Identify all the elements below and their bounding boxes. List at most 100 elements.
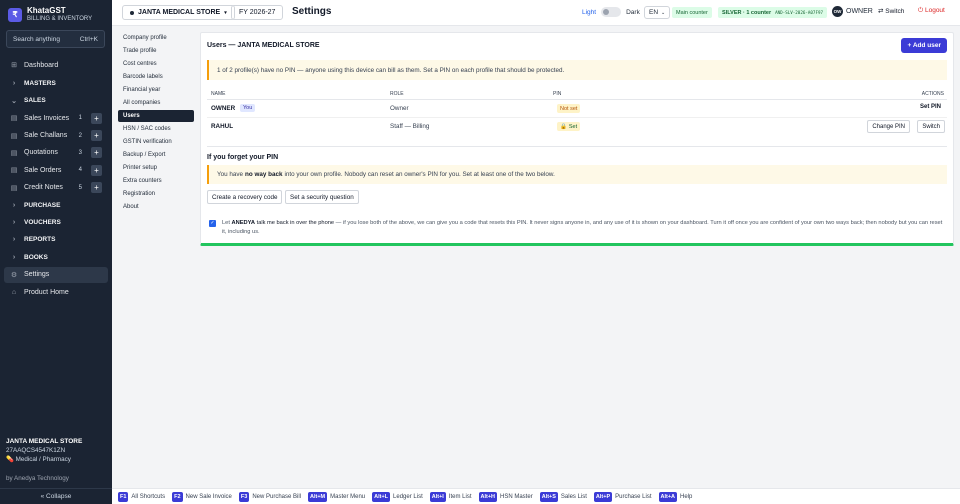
sidebar-item-dashboard[interactable]: ⊞ Dashboard <box>0 57 112 73</box>
logout-button[interactable]: ⏻ Logout <box>918 7 945 15</box>
chevron-down-icon: ▾ <box>224 9 227 16</box>
shortcut-label: Ledger List <box>393 493 423 500</box>
add-icon[interactable]: + <box>91 130 102 142</box>
settings-nav-users[interactable]: Users <box>118 110 194 122</box>
shortcut-label: Purchase List <box>615 493 652 500</box>
sidebar-item-label: Dashboard <box>24 61 59 69</box>
shortcut-item[interactable]: Alt+A Help <box>658 491 693 502</box>
settings-nav-financial-year[interactable]: Financial year <box>118 84 194 96</box>
shortcut-item[interactable]: Alt+I Item List <box>429 491 472 502</box>
counter-badge: Main counter <box>672 7 712 18</box>
item-count: 5 <box>78 184 82 191</box>
store-gstin: 27AAQCS4547K1ZN <box>6 447 66 454</box>
language-selector[interactable]: EN ⌄ <box>644 6 671 19</box>
shortcut-item[interactable]: Alt+M Master Menu <box>308 491 366 502</box>
add-icon[interactable]: + <box>91 147 102 159</box>
sidebar-item-vouchers[interactable]: › VOUCHERS <box>0 215 112 231</box>
gear-icon: ⚙ <box>10 271 18 279</box>
sidebar-item-settings[interactable]: ⚙ Settings <box>4 266 108 283</box>
sidebar-item-books[interactable]: › BOOKS <box>0 249 112 265</box>
user-menu[interactable]: OW OWNER <box>832 6 873 17</box>
sidebar-item-sales[interactable]: ⌄ SALES <box>0 93 112 109</box>
sidebar-item-credit-notes[interactable]: ▤ Credit Notes 5 + <box>0 180 112 196</box>
users-table-header: NAME ROLE PIN ACTIONS <box>207 90 947 100</box>
consent-pre: Let <box>222 220 230 226</box>
sidebar-item-label: PURCHASE <box>24 201 61 209</box>
challan-icon: ▤ <box>10 132 18 140</box>
settings-nav-registration[interactable]: Registration <box>118 188 194 200</box>
shortcut-item[interactable]: Alt+S Sales List <box>539 491 587 502</box>
set-pin-button[interactable]: Set PIN <box>920 104 941 110</box>
phone-reset-checkbox[interactable]: ✓ <box>209 220 216 227</box>
search-placeholder: Search anything <box>13 35 60 43</box>
settings-nav-barcode-labels[interactable]: Barcode labels <box>118 71 194 83</box>
brand[interactable]: ₹ KhataGST BILLING & INVENTORY <box>8 6 92 23</box>
sidebar-item-purchase[interactable]: › PURCHASE <box>0 197 112 213</box>
shortcut-key: Alt+H <box>478 491 498 502</box>
theme-toggle[interactable] <box>601 7 622 17</box>
store-dot-icon <box>130 10 134 15</box>
sidebar-item-label: Settings <box>24 271 50 279</box>
lock-icon: 🔒 <box>560 123 567 130</box>
shortcut-item[interactable]: Alt+H HSN Master <box>478 491 533 502</box>
shortcut-item[interactable]: F1 All Shortcuts <box>118 491 165 502</box>
sidebar-item-sale-orders[interactable]: ▤ Sale Orders 4 + <box>0 162 112 178</box>
settings-nav-gstin-verification[interactable]: GSTIN verification <box>118 136 194 148</box>
sidebar-item-masters[interactable]: › MASTERS <box>0 75 112 91</box>
theme-light-label: Light <box>582 8 597 16</box>
store-category: 💊 Medical / Pharmacy <box>6 455 106 464</box>
create-recovery-code-button[interactable]: Create a recovery code <box>207 190 283 204</box>
table-row: OWNER You Owner Not set Set PIN <box>207 100 947 118</box>
shortcut-label: Master Menu <box>330 493 366 500</box>
shortcut-item[interactable]: Alt+P Purchase List <box>593 491 652 502</box>
sidebar-item-quotations[interactable]: ▤ Quotations 3 + <box>0 145 112 161</box>
settings-nav-printer-setup[interactable]: Printer setup <box>118 162 194 174</box>
sidebar-item-product-home[interactable]: ⌂ Product Home <box>0 284 112 300</box>
theme-switch[interactable]: Light Dark <box>582 7 640 17</box>
collapse-button[interactable]: « Collapse <box>0 488 112 504</box>
item-count: 2 <box>78 132 82 139</box>
shortcut-item[interactable]: F3 New Purchase Bill <box>238 491 301 502</box>
settings-nav-trade-profile[interactable]: Trade profile <box>118 45 194 57</box>
brand-subtitle: BILLING & INVENTORY <box>27 16 93 22</box>
sidebar-item-sale-challans[interactable]: ▤ Sale Challans 2 + <box>0 128 112 144</box>
license-badge: SILVER · 1 counter AND-SLV-2026-A07F97 <box>718 7 828 18</box>
col-pin: PIN <box>553 91 562 97</box>
table-row: RAHUL Staff — Billing 🔒 Set Change PIN Sw… <box>207 118 947 138</box>
settings-nav-backup-export[interactable]: Backup / Export <box>118 149 194 161</box>
add-icon[interactable]: + <box>91 182 102 194</box>
fy-selector[interactable]: FY 2026-27 <box>231 5 284 20</box>
set-security-question-button[interactable]: Set a security question <box>285 190 359 204</box>
switch-user-button[interactable]: ⇄ Switch <box>878 7 904 15</box>
search-input[interactable]: Search anything Ctrl+K <box>6 30 105 48</box>
add-icon[interactable]: + <box>91 164 102 176</box>
chevron-down-icon: ⌄ <box>661 9 666 16</box>
brand-name: KhataGST <box>27 6 66 15</box>
warning-pre: You have <box>217 171 244 178</box>
shortcut-bar: F1 All Shortcuts F2 New Sale Invoice F3 New P… <box>112 488 960 504</box>
divider <box>207 146 947 147</box>
settings-nav-hsn-sac-codes[interactable]: HSN / SAC codes <box>118 123 194 135</box>
user-name: OWNER <box>846 8 873 15</box>
col-actions: ACTIONS <box>921 91 944 97</box>
add-user-button[interactable]: + Add user <box>901 38 947 53</box>
add-icon[interactable]: + <box>91 112 102 124</box>
chevron-right-icon: › <box>12 236 16 244</box>
store-selector[interactable]: JANTA MEDICAL STORE ▾ <box>122 5 235 20</box>
settings-nav-company-profile[interactable]: Company profile <box>118 32 194 44</box>
change-pin-button[interactable]: Change PIN <box>867 120 910 133</box>
sidebar-item-reports[interactable]: › REPORTS <box>0 232 112 248</box>
settings-nav-about[interactable]: About <box>118 201 194 213</box>
settings-nav-cost-centres[interactable]: Cost centres <box>118 58 194 70</box>
sidebar-item-label: Sales Invoices <box>24 114 70 122</box>
shortcut-item[interactable]: Alt+L Ledger List <box>372 491 423 502</box>
settings-nav: Company profile Trade profile Cost centres… <box>118 32 194 214</box>
shortcut-key: Alt+L <box>372 491 391 502</box>
sidebar-nav: ⊞ Dashboard › MASTERS ⌄ SALES ▤ Sales Invoices 1… <box>0 57 112 301</box>
shortcut-label: Help <box>680 493 693 500</box>
sidebar-item-sales-invoices[interactable]: ▤ Sales Invoices 1 + <box>0 110 112 126</box>
settings-nav-extra-counters[interactable]: Extra counters <box>118 175 194 187</box>
shortcut-item[interactable]: F2 New Sale Invoice <box>172 491 232 502</box>
switch-user-row-button[interactable]: Switch <box>917 120 945 133</box>
settings-nav-all-companies[interactable]: All companies <box>118 97 194 109</box>
